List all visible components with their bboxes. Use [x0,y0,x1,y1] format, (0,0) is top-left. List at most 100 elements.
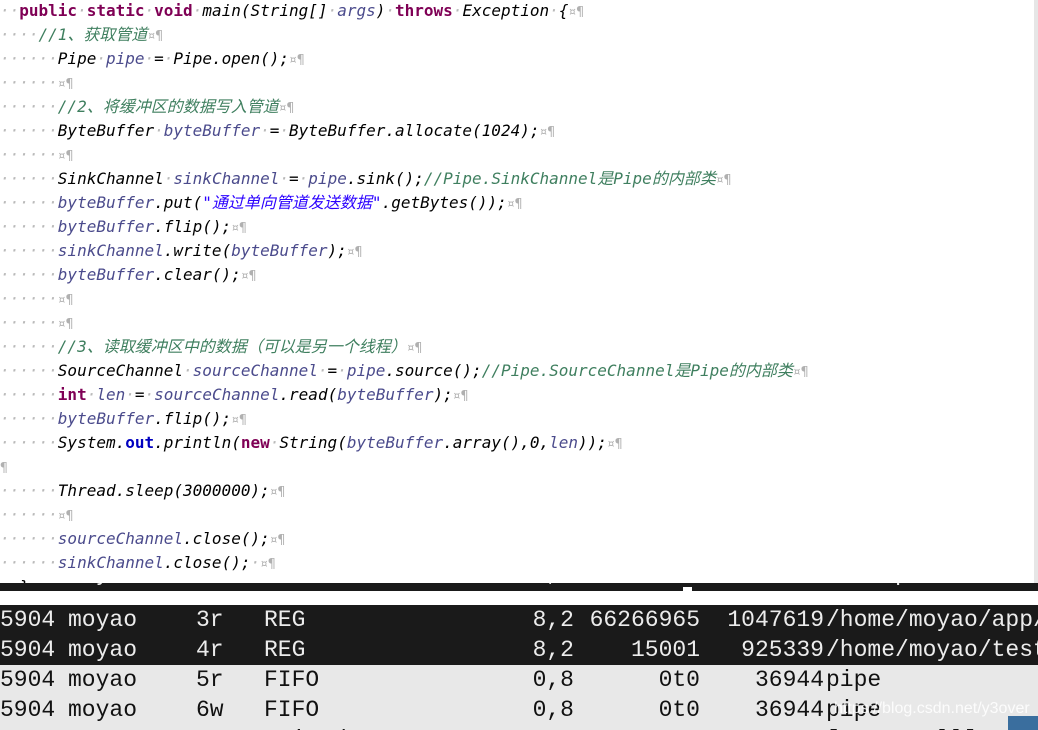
code-token: void [154,1,193,20]
code-token: ¤¶ [346,245,363,260]
code-token: · [192,1,203,20]
code-token: ······ [0,145,58,164]
code-token: ······ [0,505,58,524]
code-token: ······ [0,169,58,188]
code-token: byteBuffer [57,409,155,428]
watermark-text: https://blog.csdn.net/y3over [834,700,1030,717]
code-line[interactable]: ······byteBuffer.flip();¤¶ [0,215,247,239]
code-token: static [86,1,145,20]
code-token: Pipe.open(); [173,49,290,68]
code-line[interactable]: ······sinkChannel.write(byteBuffer);¤¶ [0,239,362,263]
code-line[interactable]: ··} [0,575,29,583]
code-token: · [154,121,164,140]
code-line[interactable]: ······//2、将缓冲区的数据写入管道¤¶ [0,95,294,119]
terminal-cell-pid: 5904 [0,637,56,663]
code-token: ······ [0,289,58,308]
code-token: ¤¶ [147,29,164,44]
terminal-row: 5904 moyao 5r FIFO 0,8 0t0 36944 pipe [0,665,1038,695]
code-token: Pipe [57,49,97,68]
code-token: sinkChannel [57,241,164,260]
code-token: ¤¶ [231,221,247,236]
code-editor[interactable]: ··public·static·void·main(String[]·args)… [0,0,1034,583]
code-token: ¤¶ [715,173,732,188]
code-line[interactable]: ······¤¶ [0,503,73,527]
code-token: )); [578,433,607,452]
terminal-cell-name: pipe [826,667,882,693]
code-token: ······ [0,121,58,140]
terminal-cell-pid: 5904 [0,667,56,693]
terminal-cell-size: 66266965 [589,607,700,633]
code-token: .flip(); [154,409,232,428]
code-line[interactable]: ······¤¶ [0,71,73,95]
editor-scrollbar[interactable] [1034,0,1038,583]
code-token: ······ [0,409,58,428]
terminal-cell-name: /home/moyao/app/ [826,607,1038,633]
code-token: ¤¶ [269,533,286,548]
code-token: sourceChannel [154,385,280,404]
code-line[interactable]: ······byteBuffer.flip();¤¶ [0,407,247,431]
code-token: · [86,385,97,404]
code-token: byteBuffer [57,217,155,236]
code-token: · [452,1,463,20]
code-token: sourceChannel [192,361,318,380]
code-token: · [549,1,559,20]
code-token: len [96,385,126,404]
code-token: .clear(); [154,265,241,284]
code-token: · [144,49,155,68]
code-token: .println( [154,433,241,452]
code-line[interactable]: ······sinkChannel.close();·¤¶ [0,551,276,575]
code-line[interactable]: ······//3、读取缓冲区中的数据（可以是另一个线程）¤¶ [0,335,422,359]
code-line[interactable]: ······ByteBuffer·byteBuffer·=·ByteBuffer… [0,119,555,143]
code-token: ······ [0,385,58,404]
code-token: ¤¶ [289,53,305,68]
code-token: byteBuffer [57,193,155,212]
code-line[interactable]: ¶ [0,455,8,479]
code-line[interactable]: ······SourceChannel·sourceChannel·=·pipe… [0,359,809,383]
code-line[interactable]: ······byteBuffer.put("通过单向管道发送数据".getByt… [0,191,522,215]
code-token: throws [395,1,453,20]
code-token: ¤¶ [260,557,276,572]
code-line[interactable]: ····//1、获取管道¤¶ [0,23,163,47]
code-token: byteBuffer [163,121,261,140]
code-token: · [327,1,338,20]
code-token: ······ [0,265,58,284]
terminal-cell-fd: 5r [196,667,224,693]
code-token: sinkChannel [57,553,164,572]
code-token: ······ [0,49,58,68]
code-token: ······ [0,337,58,356]
code-token: = [327,361,338,380]
code-line[interactable]: ······sourceChannel.close();¤¶ [0,527,285,551]
code-token: · [125,385,135,404]
code-line[interactable]: ······int·len·=·sourceChannel.read(byteB… [0,383,468,407]
code-line[interactable]: ······SinkChannel·sinkChannel·=·pipe.sin… [0,167,731,191]
code-line[interactable]: ······¤¶ [0,287,73,311]
code-token: ······ [0,193,58,212]
code-line[interactable]: ··public·static·void·main(String[]·args)… [0,0,584,23]
code-line[interactable]: ······¤¶ [0,143,73,167]
code-line[interactable]: ······Pipe·pipe·=·Pipe.open();¤¶ [0,47,305,71]
code-line[interactable]: ······¤¶ [0,311,73,335]
code-token: //1、获取管道 [38,25,148,44]
terminal-cell-device: 0,11 [519,725,574,730]
terminal-row: 5904 moyao 4r REG 8,2 15001 925339/home/moyao/… [0,635,1038,665]
code-line[interactable]: ······byteBuffer.clear();¤¶ [0,263,256,287]
code-line[interactable]: ······System.out.println(new·String(byte… [0,431,623,455]
code-token: byteBuffer [57,265,155,284]
code-token: .write( [163,241,232,260]
terminal-cell-type: REG [264,607,306,633]
code-token: ¤¶ [269,485,286,500]
terminal-cell-user: moyao [68,607,138,633]
code-token: byteBuffer [231,241,328,260]
terminal-cell-fd: 4r [196,637,224,663]
code-line[interactable]: ······Thread.sleep(3000000);¤¶ [0,479,285,503]
code-token: · [163,169,174,188]
code-token: out [125,433,155,452]
code-token: len [549,433,579,452]
code-token: //Pipe.SinkChannel是Pipe的内部类 [423,169,716,188]
code-token: "通过单向管道发送数据" [202,193,382,212]
code-token: ¤¶ [57,77,74,92]
code-token: · [385,1,395,20]
code-token: ······ [0,529,58,548]
code-token: ¤¶ [278,101,295,116]
terminal-cell-size: 15001 [630,637,700,663]
